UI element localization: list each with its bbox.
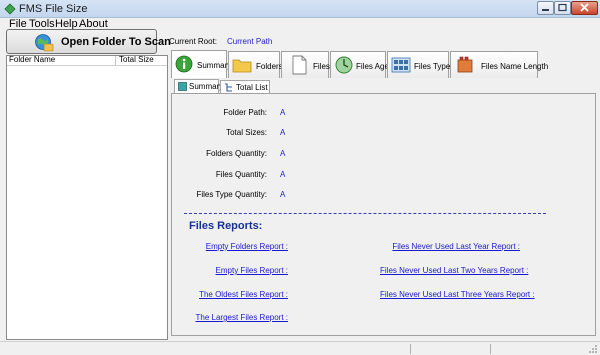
tab-summary[interactable]: Summary xyxy=(171,50,231,78)
main-tab-strip: Summary Folders Files Files Age Files Ty… xyxy=(171,50,548,78)
folder-icon xyxy=(232,59,252,73)
summary-icon xyxy=(178,82,187,91)
report-empty-files[interactable]: Empty Files Report : xyxy=(178,266,288,275)
files-quantity-label: Files Quantity: xyxy=(215,170,267,179)
resize-grip-icon[interactable] xyxy=(588,344,598,354)
minimize-button[interactable] xyxy=(537,1,554,15)
tab-files[interactable]: Files xyxy=(281,51,330,78)
clock-icon xyxy=(335,56,353,74)
report-empty-folders[interactable]: Empty Folders Report : xyxy=(178,242,288,251)
report-never-used-last-year[interactable]: Files Never Used Last Year Report : xyxy=(380,242,520,251)
files-type-quantity-label: Files Type Quantity: xyxy=(196,190,267,199)
open-folder-button[interactable]: Open Folder To Scan xyxy=(6,29,171,54)
title-bar: FMS File Size xyxy=(0,0,600,18)
ruler-icon xyxy=(457,56,473,73)
column-folder-name[interactable]: Folder Name xyxy=(9,55,55,64)
files-type-quantity-value: A xyxy=(280,190,286,199)
subtab-summary-label: Summary xyxy=(189,82,224,91)
column-divider[interactable] xyxy=(115,56,116,66)
file-icon xyxy=(292,55,307,75)
tab-files-type-label: Files Type xyxy=(414,62,451,71)
report-never-used-three-years[interactable]: Files Never Used Last Three Years Report… xyxy=(380,290,535,299)
folders-quantity-label: Folders Quantity: xyxy=(206,149,267,158)
tab-folders-label: Folders xyxy=(256,62,283,71)
subtab-total-list-label: Total List xyxy=(236,83,268,92)
open-folder-label: Open Folder To Scan xyxy=(61,36,171,48)
folder-list-header: Folder Name Total Size xyxy=(7,55,167,66)
subtab-total-list[interactable]: Total List xyxy=(220,80,270,93)
close-button[interactable] xyxy=(571,1,598,15)
report-never-used-two-years[interactable]: Files Never Used Last Two Years Report : xyxy=(380,266,528,275)
report-oldest-files[interactable]: The Oldest Files Report : xyxy=(178,290,288,299)
column-total-size[interactable]: Total Size xyxy=(119,55,154,64)
sub-tab-strip: Summary Total List xyxy=(174,79,294,93)
files-reports-title: Files Reports: xyxy=(189,220,263,232)
folder-list[interactable]: Folder Name Total Size xyxy=(6,55,168,340)
folder-path-label: Folder Path: xyxy=(223,108,267,117)
grid-icon xyxy=(391,57,411,73)
window-title: FMS File Size xyxy=(19,3,88,15)
info-icon xyxy=(175,55,193,73)
files-quantity-value: A xyxy=(280,170,286,179)
list-icon xyxy=(225,83,232,92)
tab-files-label: Files xyxy=(313,62,330,71)
status-separator xyxy=(410,344,411,354)
app-icon xyxy=(4,3,16,15)
folder-path-value: A xyxy=(280,108,286,117)
tab-files-age[interactable]: Files Age xyxy=(330,51,389,78)
tab-summary-label: Summary xyxy=(197,61,232,70)
tab-files-type[interactable]: Files Type xyxy=(387,51,451,78)
current-root-value: Current Path xyxy=(227,37,273,46)
close-icon xyxy=(580,3,589,12)
tab-files-name-length-label: Files Name Length xyxy=(481,62,549,71)
folders-quantity-value: A xyxy=(280,149,286,158)
section-divider xyxy=(184,213,546,214)
tab-folders[interactable]: Folders xyxy=(228,51,283,78)
report-largest-files[interactable]: The Largest Files Report : xyxy=(178,313,288,322)
globe-scan-icon xyxy=(35,34,54,52)
subtab-summary[interactable]: Summary xyxy=(174,79,223,93)
status-separator xyxy=(490,344,491,354)
maximize-icon xyxy=(558,3,567,12)
tab-files-age-label: Files Age xyxy=(356,62,389,71)
maximize-button[interactable] xyxy=(554,1,571,15)
status-bar xyxy=(0,341,600,355)
minimize-icon xyxy=(542,9,549,11)
total-sizes-value: A xyxy=(280,128,286,137)
current-root-label: Current Root: xyxy=(169,37,218,46)
tab-files-name-length[interactable]: Files Name Length xyxy=(450,51,548,78)
total-sizes-label: Total Sizes: xyxy=(226,128,267,137)
